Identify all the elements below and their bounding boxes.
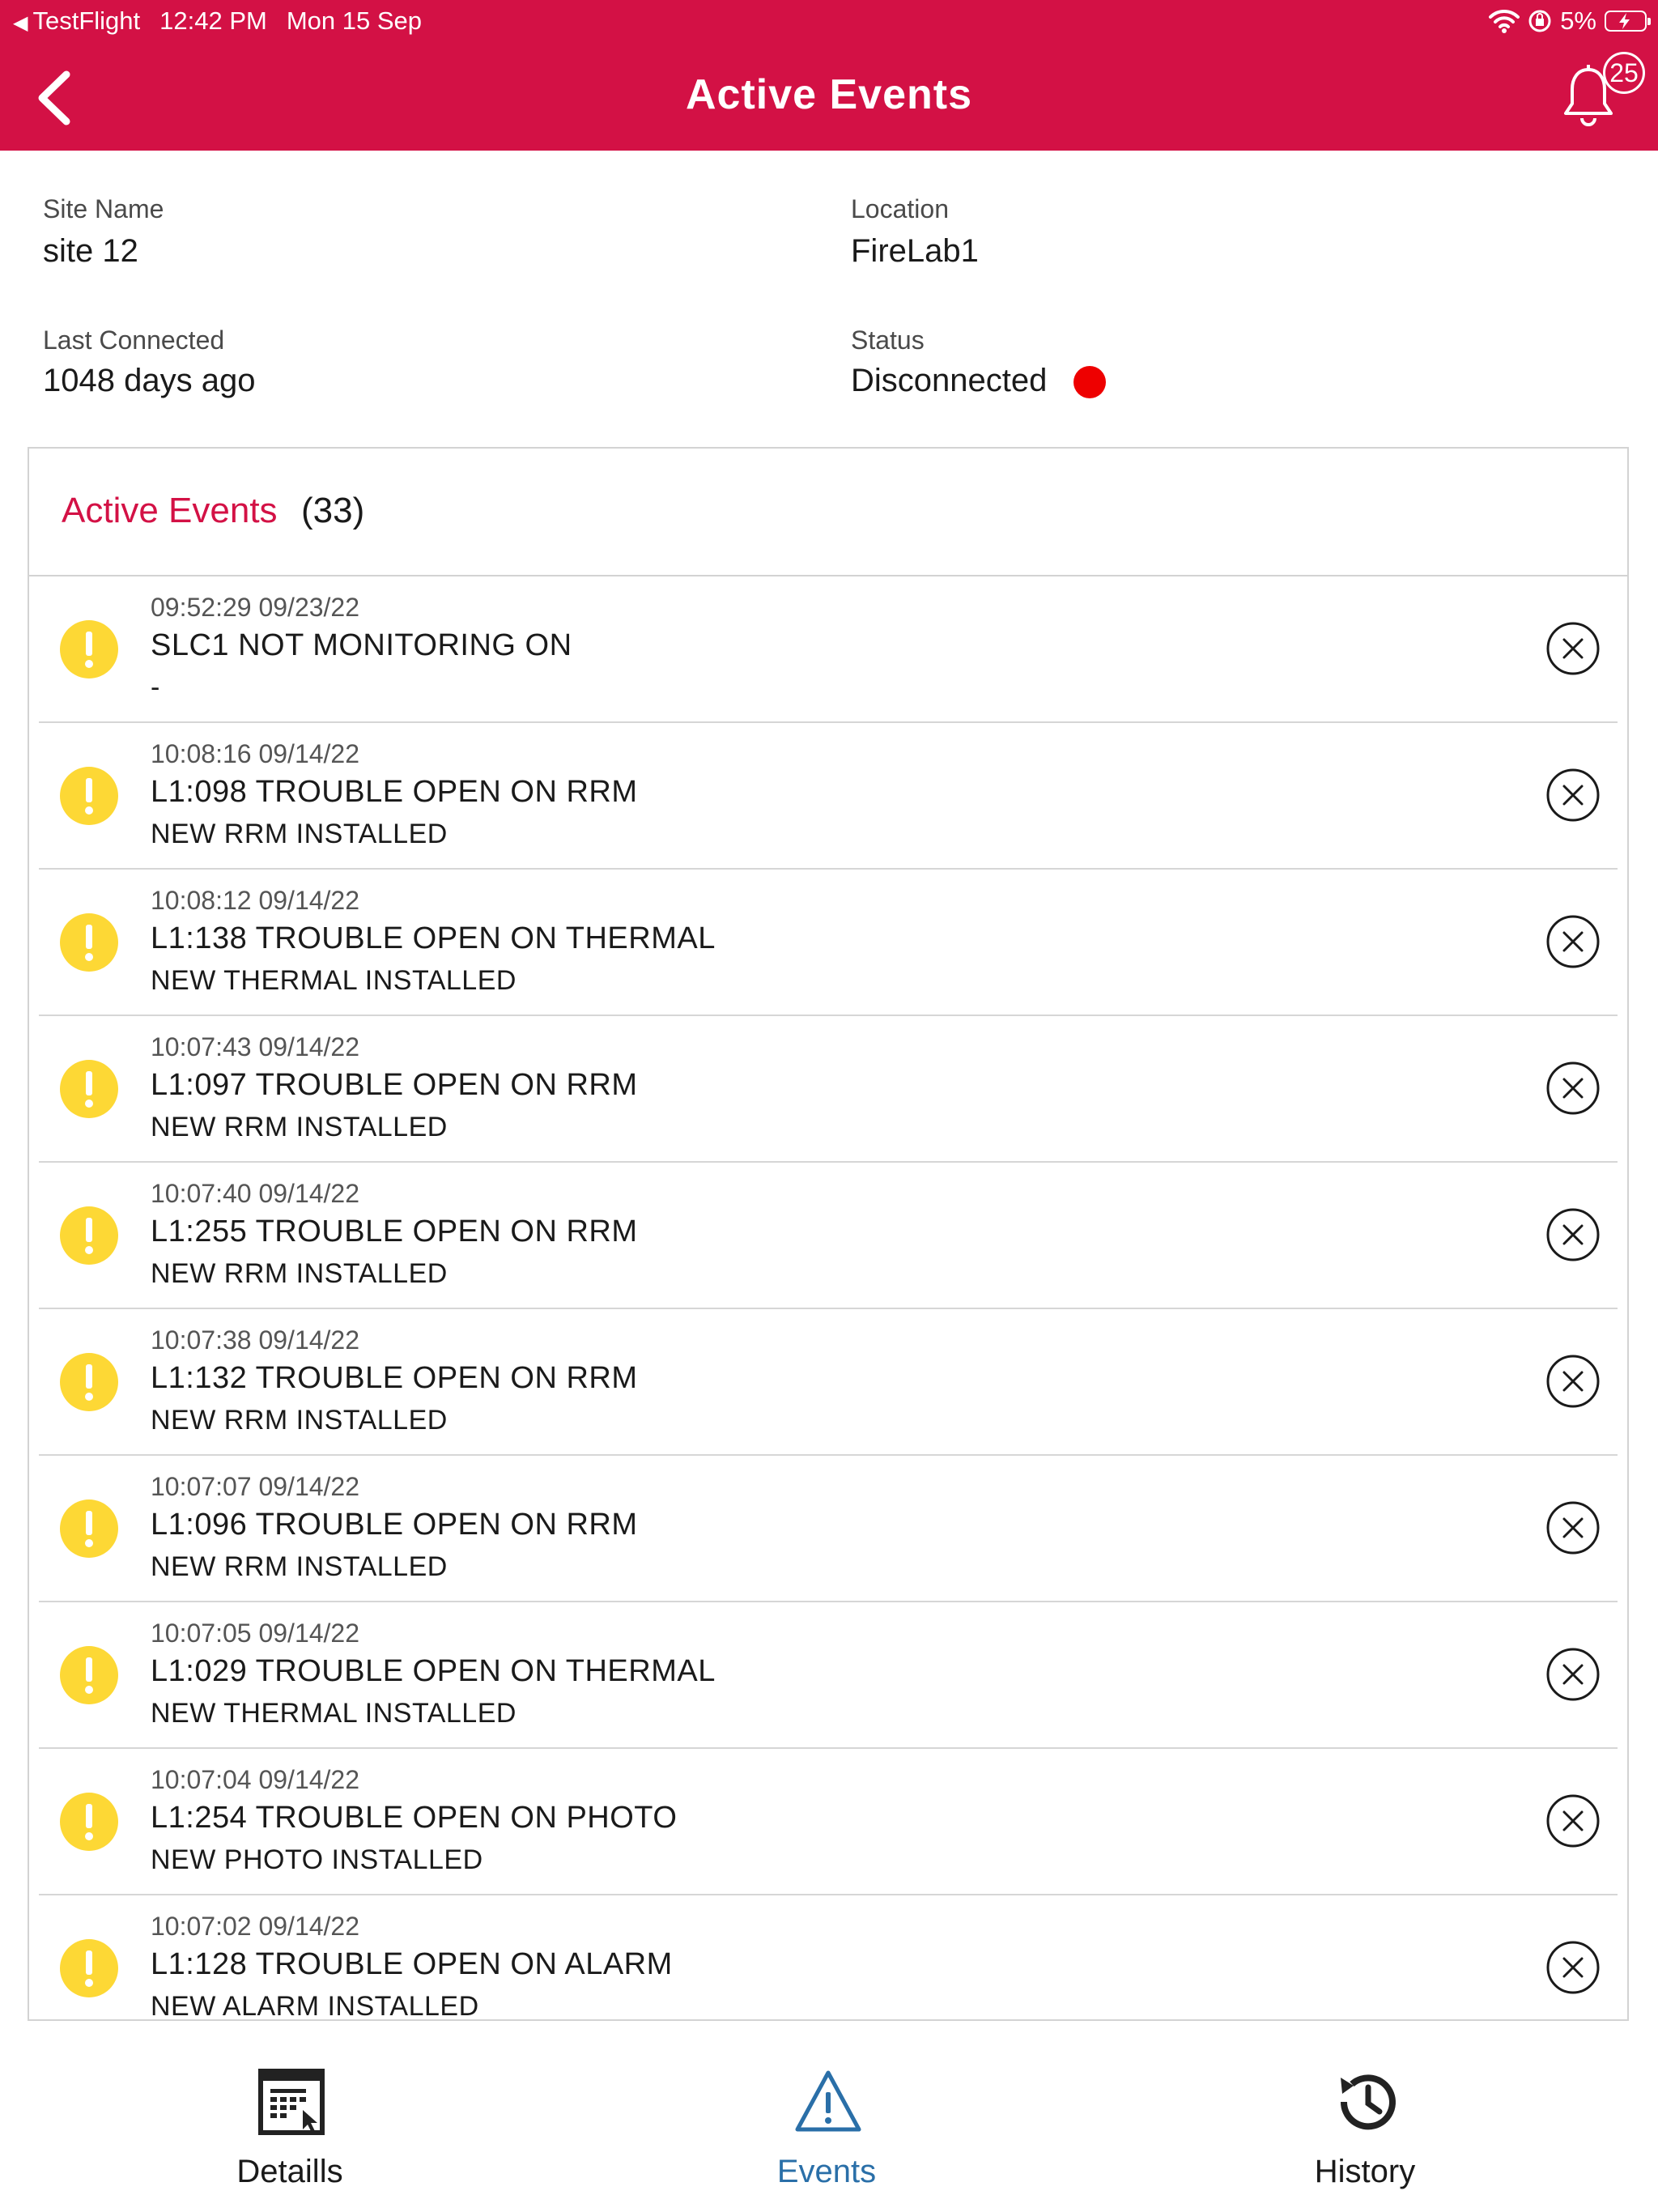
event-row[interactable]: 10:08:16 09/14/22 L1:098 TROUBLE OPEN ON … (39, 723, 1618, 870)
last-connected-label: Last Connected (43, 325, 225, 355)
event-description: NEW THERMAL INSTALLED (151, 965, 517, 996)
warning-icon (60, 620, 118, 678)
battery-charging-icon (1605, 11, 1651, 32)
event-description: NEW RRM INSTALLED (151, 1551, 448, 1582)
dismiss-icon[interactable] (1545, 620, 1601, 677)
dismiss-icon[interactable] (1545, 913, 1601, 970)
event-timestamp: 10:07:40 09/14/22 (151, 1179, 360, 1208)
event-timestamp: 10:07:43 09/14/22 (151, 1032, 360, 1061)
dismiss-icon[interactable] (1545, 1060, 1601, 1117)
location-value: FireLab1 (851, 233, 979, 269)
event-row[interactable]: 10:07:43 09/14/22 L1:097 TROUBLE OPEN ON … (39, 1016, 1618, 1163)
warning-triangle-icon (795, 2070, 861, 2132)
warning-icon (60, 1646, 118, 1704)
tab-details-label: Detaills (236, 2154, 343, 2189)
event-title: L1:096 TROUBLE OPEN ON RRM (151, 1508, 638, 1542)
page-title: Active Events (685, 71, 973, 118)
event-description: - (151, 672, 160, 703)
event-row[interactable]: 10:07:40 09/14/22 L1:255 TROUBLE OPEN ON … (39, 1163, 1618, 1309)
event-description: NEW ALARM INSTALLED (151, 1991, 479, 2021)
event-timestamp: 10:08:16 09/14/22 (151, 739, 360, 768)
wifi-icon (1489, 9, 1520, 33)
event-description: NEW RRM INSTALLED (151, 1112, 448, 1142)
warning-icon (60, 767, 118, 825)
tab-history-label: History (1314, 2154, 1416, 2189)
battery-percent: 5% (1560, 6, 1596, 35)
event-row[interactable]: 10:07:38 09/14/22 L1:132 TROUBLE OPEN ON … (39, 1309, 1618, 1456)
back-to-app-icon[interactable]: ◀ (13, 2, 28, 45)
warning-icon (60, 1939, 118, 1997)
event-title: L1:138 TROUBLE OPEN ON THERMAL (151, 921, 716, 955)
event-timestamp: 10:07:07 09/14/22 (151, 1472, 360, 1501)
event-title: L1:029 TROUBLE OPEN ON THERMAL (151, 1654, 716, 1688)
notification-count-badge[interactable]: 25 (1603, 52, 1645, 94)
dismiss-icon[interactable] (1545, 1353, 1601, 1410)
active-events-card: Active Events (33) 09:52:29 09/23/22 SLC1… (28, 447, 1629, 2021)
bottom-tab-bar: Detaills Events History (0, 2024, 1658, 2212)
event-row[interactable]: 10:07:07 09/14/22 L1:096 TROUBLE OPEN ON … (39, 1456, 1618, 1602)
event-timestamp: 10:08:12 09/14/22 (151, 886, 360, 915)
top-app-bar: ◀ TestFlight 12:42 PM Mon 15 Sep 5% Active … (0, 0, 1658, 151)
event-title: L1:128 TROUBLE OPEN ON ALARM (151, 1947, 673, 1981)
event-description: NEW RRM INSTALLED (151, 819, 448, 849)
status-indicator-dot (1073, 366, 1106, 398)
event-row[interactable]: 10:07:05 09/14/22 L1:029 TROUBLE OPEN ON … (39, 1602, 1618, 1749)
status-bar-left: ◀ TestFlight 12:42 PM Mon 15 Sep (13, 0, 441, 45)
event-row[interactable]: 09:52:29 09/23/22 SLC1 NOT MONITORING ON - (39, 576, 1618, 723)
event-row[interactable]: 10:08:12 09/14/22 L1:138 TROUBLE OPEN ON … (39, 870, 1618, 1016)
status-bar: ◀ TestFlight 12:42 PM Mon 15 Sep 5% (0, 0, 1658, 42)
event-timestamp: 09:52:29 09/23/22 (151, 593, 360, 622)
warning-icon (60, 1793, 118, 1851)
warning-icon (60, 1060, 118, 1118)
event-title: L1:255 TROUBLE OPEN ON RRM (151, 1214, 638, 1249)
dismiss-icon[interactable] (1545, 1499, 1601, 1556)
dismiss-icon[interactable] (1545, 767, 1601, 823)
event-list[interactable]: 09:52:29 09/23/22 SLC1 NOT MONITORING ON -… (29, 576, 1627, 2021)
event-description: NEW PHOTO INSTALLED (151, 1844, 483, 1875)
status-bar-right: 5% (1489, 0, 1651, 42)
warning-icon (60, 1206, 118, 1265)
location-label: Location (851, 194, 949, 223)
tab-details[interactable]: Detaills (168, 2024, 411, 2212)
card-title: Active Events (62, 491, 278, 530)
event-description: NEW RRM INSTALLED (151, 1405, 448, 1436)
event-title: L1:254 TROUBLE OPEN ON PHOTO (151, 1801, 678, 1835)
event-timestamp: 10:07:38 09/14/22 (151, 1325, 360, 1355)
event-description: NEW RRM INSTALLED (151, 1258, 448, 1289)
event-row[interactable]: 10:07:04 09/14/22 L1:254 TROUBLE OPEN ON … (39, 1749, 1618, 1895)
last-connected-value: 1048 days ago (43, 363, 256, 398)
details-icon (258, 2069, 325, 2135)
status-date: Mon 15 Sep (286, 6, 423, 35)
event-title: L1:098 TROUBLE OPEN ON RRM (151, 775, 638, 809)
dismiss-icon[interactable] (1545, 1206, 1601, 1263)
event-timestamp: 10:07:02 09/14/22 (151, 1912, 360, 1941)
event-timestamp: 10:07:05 09/14/22 (151, 1619, 360, 1648)
status-value: Disconnected (851, 363, 1048, 398)
tab-events[interactable]: Events (705, 2024, 948, 2212)
card-header: Active Events (33) (29, 449, 1627, 576)
site-name-label: Site Name (43, 194, 164, 223)
dismiss-icon[interactable] (1545, 1939, 1601, 1996)
site-name-value: site 12 (43, 233, 138, 269)
status-time: 12:42 PM (159, 6, 267, 35)
event-title: L1:097 TROUBLE OPEN ON RRM (151, 1068, 638, 1102)
dismiss-icon[interactable] (1545, 1646, 1601, 1703)
warning-icon (60, 913, 118, 972)
warning-icon (60, 1353, 118, 1411)
warning-icon (60, 1499, 118, 1558)
tab-events-label: Events (776, 2154, 877, 2189)
history-icon (1340, 2074, 1396, 2130)
orientation-lock-icon (1528, 10, 1551, 32)
tab-history[interactable]: History (1244, 2024, 1486, 2212)
status-label: Status (851, 325, 925, 355)
event-description: NEW THERMAL INSTALLED (151, 1698, 517, 1729)
dismiss-icon[interactable] (1545, 1793, 1601, 1849)
back-app-name[interactable]: TestFlight (32, 6, 140, 35)
event-count: (33) (301, 491, 365, 530)
event-row[interactable]: 10:07:02 09/14/22 L1:128 TROUBLE OPEN ON … (39, 1895, 1618, 2021)
event-title: SLC1 NOT MONITORING ON (151, 628, 572, 662)
event-timestamp: 10:07:04 09/14/22 (151, 1765, 360, 1794)
event-title: L1:132 TROUBLE OPEN ON RRM (151, 1361, 638, 1395)
